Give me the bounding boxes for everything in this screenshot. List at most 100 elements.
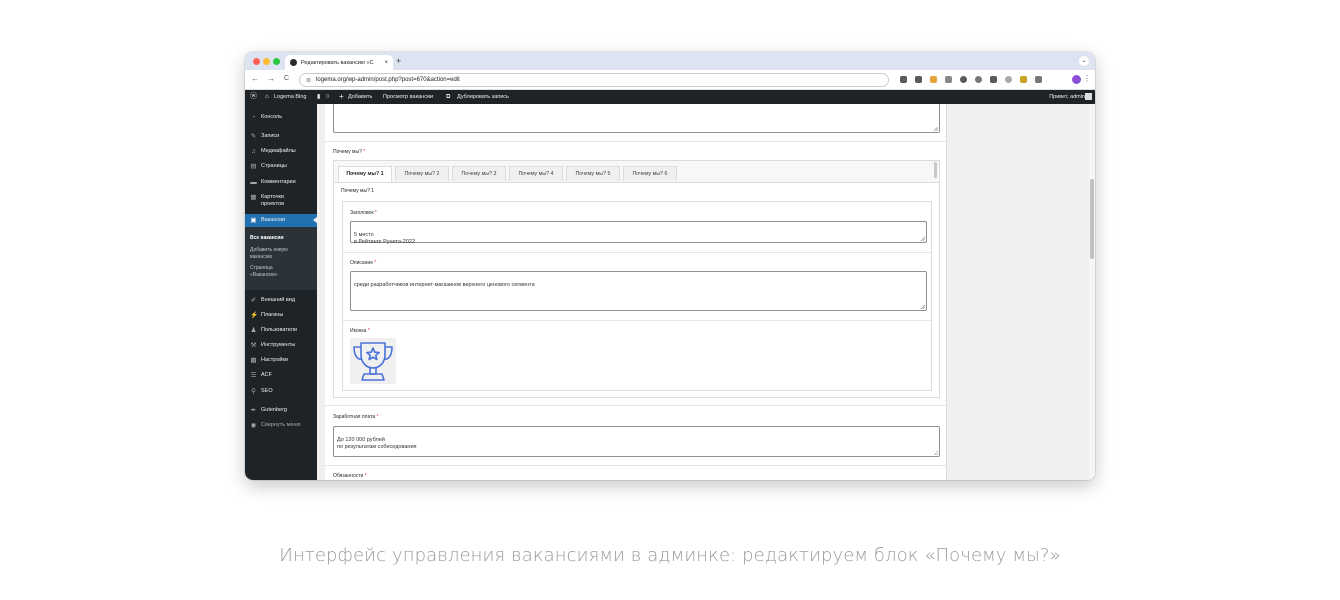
camera-extension-icon[interactable] — [900, 76, 907, 83]
tab-why-us-5[interactable]: Почему мы? 5 — [566, 166, 620, 181]
tab-why-us-1[interactable]: Почему мы? 1 — [338, 166, 392, 182]
sidebar-item-label: Карточки проектов — [261, 194, 285, 207]
user-icon: ♟ — [250, 327, 257, 334]
address-bar-row: ← → C ⊜ logema.org/wp-admin/post.php?pos… — [245, 70, 1095, 90]
close-window-button[interactable] — [253, 58, 260, 65]
sidebar-item-media[interactable]: ♫ Медиафайлы — [245, 148, 317, 155]
brush-icon: ✐ — [250, 297, 257, 304]
sidebar-item-users[interactable]: ♟ Пользователи — [245, 327, 317, 334]
resize-grip-icon[interactable] — [933, 450, 938, 455]
comment-bubble-icon[interactable]: ▮ — [317, 90, 320, 104]
sidebar-item-label: SEO — [261, 388, 273, 394]
duplicate-post-link[interactable]: Дублировать запись — [457, 90, 509, 104]
resize-grip-icon[interactable] — [933, 126, 938, 131]
duplicate-icon[interactable]: ⧉ — [446, 90, 450, 104]
trophy-star-icon — [353, 342, 393, 381]
circle-extension-icon[interactable] — [1005, 76, 1012, 83]
browser-tab[interactable]: Редактировать вакансию «С × — [285, 55, 393, 70]
site-info-icon[interactable]: ⊜ — [306, 77, 311, 84]
resize-grip-icon[interactable] — [920, 304, 925, 309]
icon-label: Иконка * — [350, 328, 370, 334]
honey-extension-icon[interactable] — [1020, 76, 1027, 83]
page-scrollbar-thumb[interactable] — [1090, 179, 1094, 259]
sidebar-collapse-menu[interactable]: ◉ Свернуть меню — [245, 422, 317, 429]
sidebar-item-tools[interactable]: ⚒ Инструменты — [245, 342, 317, 349]
field-divider — [325, 405, 947, 406]
sidebar-item-acf[interactable]: ☰ ACF — [245, 372, 317, 379]
greeting-link[interactable]: Привет, admin — [1049, 90, 1085, 104]
browser-menu-button[interactable]: ⋮ — [1083, 74, 1091, 84]
sidebar-item-seo[interactable]: ⚲ SEO — [245, 388, 317, 395]
sidebar-item-plugins[interactable]: ⚡ Плагины — [245, 312, 317, 319]
group-title: Почему мы? 1 — [341, 188, 375, 194]
minimize-window-button[interactable] — [263, 58, 270, 65]
sidebar-item-pages[interactable]: ▤ Страницы — [245, 163, 317, 170]
puzzle-extensions-icon[interactable] — [1035, 76, 1042, 83]
tab-search-button[interactable]: ⌄ — [1079, 56, 1089, 66]
heading-label: Заголовок * — [350, 210, 377, 216]
field-divider — [343, 252, 931, 253]
comments-count[interactable]: 0 — [326, 90, 329, 104]
wrench-icon: ⚒ — [250, 342, 257, 349]
why-us-tab-bar: Почему мы? 1 Почему мы? 2 Почему мы? 3 П… — [334, 161, 939, 183]
page-scrollbar[interactable] — [1089, 104, 1095, 480]
plus-icon[interactable]: + — [339, 90, 344, 104]
sidebar-item-dashboard[interactable]: ◔ Консоль — [245, 114, 317, 121]
tab-why-us-3[interactable]: Почему мы? 3 — [452, 166, 506, 181]
sidebar-item-gutenberg[interactable]: ✒ Gutenberg — [245, 407, 317, 414]
sidebar-item-posts[interactable]: ✎ Записи — [245, 133, 317, 140]
seo-icon: ⚲ — [251, 388, 256, 395]
sidebar-item-label: ACF — [261, 372, 272, 378]
sidebar-item-label: Страницы — [261, 163, 287, 169]
sidebar-item-label: Вакансии — [261, 217, 286, 223]
sidebar-item-label: Свернуть меню — [261, 422, 301, 428]
vacancy-icon: ▣ — [250, 217, 257, 224]
wp-admin-bar: ⓦ ⌂ Logema Blog ▮ 0 + Добавить Просмотр … — [245, 90, 1095, 104]
url-field[interactable]: ⊜ logema.org/wp-admin/post.php?post=670&… — [299, 73, 889, 87]
comment-icon: ▬ — [250, 179, 257, 186]
user-extension-icon[interactable] — [990, 76, 997, 83]
sidebar-item-project-cards[interactable]: ▦ Карточки проектов — [245, 194, 315, 208]
reload-button[interactable]: C — [284, 74, 289, 84]
tab-why-us-6[interactable]: Почему мы? 6 — [623, 166, 677, 181]
tab-why-us-2[interactable]: Почему мы? 2 — [395, 166, 449, 181]
sidebar-item-vacancies[interactable]: ▣ Вакансии — [245, 214, 317, 227]
tabs-scrollbar[interactable] — [934, 162, 937, 178]
submenu-vacancies-page[interactable]: Страница «Вакансии» — [250, 265, 295, 278]
settings-icon: ▩ — [250, 357, 257, 364]
back-button[interactable]: ← — [251, 74, 259, 84]
filter-extension-icon[interactable] — [945, 76, 952, 83]
resize-grip-icon[interactable] — [920, 236, 925, 241]
forward-button[interactable]: → — [267, 74, 275, 84]
sidebar-item-appearance[interactable]: ✐ Внешний вид — [245, 297, 317, 304]
salary-textarea[interactable]: До 120 000 рублей по результатам собесед… — [333, 426, 940, 457]
heading-textarea[interactable]: 5 место в Рейтинге Рунета-2022 — [350, 221, 927, 245]
edit-form: Почему мы? * Почему мы? 1 Почему мы? 2 П… — [325, 104, 947, 480]
description-textarea[interactable]: среди разработчиков интернет-магазинов в… — [350, 271, 927, 311]
wordpress-logo-icon[interactable]: ⓦ — [250, 90, 257, 104]
sidebar-item-settings[interactable]: ▩ Настройки — [245, 357, 317, 364]
salary-value: До 120 000 рублей по результатам собесед… — [337, 437, 417, 450]
extension-badge-icon[interactable] — [930, 76, 937, 83]
picture-extension-icon[interactable] — [915, 76, 922, 83]
extension-icon[interactable] — [960, 76, 967, 83]
submenu-all-vacancies[interactable]: Все вакансии — [250, 235, 312, 242]
profile-avatar[interactable] — [1072, 75, 1081, 84]
right-column — [947, 104, 1095, 480]
settings-extension-icon[interactable] — [975, 76, 982, 83]
icon-image-preview[interactable] — [350, 338, 396, 384]
home-icon[interactable]: ⌂ — [265, 90, 269, 104]
view-vacancy-link[interactable]: Просмотр вакансии — [383, 90, 433, 104]
url-text: logema.org/wp-admin/post.php?post=670&ac… — [316, 77, 460, 83]
submenu-add-vacancy[interactable]: Добавить новую вакансию — [250, 247, 302, 260]
tab-close-icon[interactable]: × — [384, 60, 388, 66]
site-name-link[interactable]: Logema Blog — [274, 90, 306, 104]
admin-avatar[interactable] — [1085, 93, 1092, 100]
previous-textarea[interactable] — [333, 104, 940, 133]
tab-why-us-4[interactable]: Почему мы? 4 — [509, 166, 563, 181]
field-divider — [325, 465, 947, 466]
add-new-link[interactable]: Добавить — [348, 90, 372, 104]
new-tab-button[interactable]: + — [396, 55, 401, 67]
maximize-window-button[interactable] — [273, 58, 280, 65]
sidebar-item-comments[interactable]: ▬ Комментарии — [245, 179, 317, 186]
